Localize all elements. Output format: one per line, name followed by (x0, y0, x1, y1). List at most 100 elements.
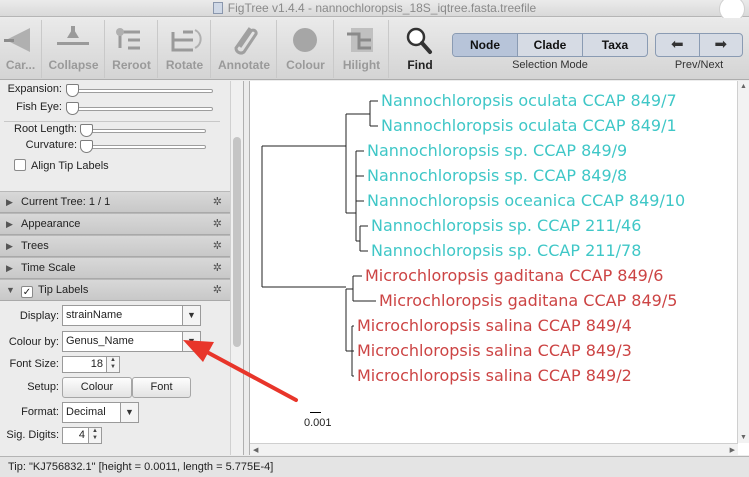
root-length-slider-row: Root Length: (0, 123, 230, 139)
chevron-down-icon[interactable]: ▼ (182, 306, 200, 325)
tree-branches (261, 100, 378, 377)
tip-label[interactable]: Nannochloropsis sp. CCAP 211/46 (371, 217, 641, 235)
setup-font-button[interactable]: Font (132, 377, 191, 398)
divider (4, 121, 220, 122)
expansion-label: Expansion: (7, 83, 62, 95)
sig-digits-spinner[interactable]: 4 ▲ ▼ (62, 427, 102, 444)
colour-button[interactable]: Colour (278, 20, 334, 78)
curvature-thumb[interactable] (80, 140, 93, 153)
align-tip-labels-row[interactable]: Align Tip Labels (14, 159, 109, 172)
font-size-label: Font Size: (9, 358, 59, 370)
section-current-tree[interactable]: ▶ Current Tree: 1 / 1 ✲ (0, 191, 230, 213)
reroot-icon (116, 28, 140, 50)
font-size-spinner[interactable]: 18 ▲ ▼ (62, 356, 120, 373)
find-button[interactable]: Find (395, 20, 445, 78)
reroot-button[interactable]: Reroot (106, 20, 158, 78)
expansion-track[interactable] (66, 89, 213, 93)
fish-eye-slider-row: Fish Eye: (0, 101, 230, 117)
hilight-icon (347, 28, 373, 52)
tree-view[interactable]: Nannochloropsis oculata CCAP 849/7 Nannoc… (249, 81, 749, 455)
colour-by-label: Colour by: (8, 336, 59, 348)
tip-label[interactable]: Microchloropsis salina CCAP 849/4 (357, 317, 632, 335)
collapsed-triangle-icon: ▶ (6, 241, 13, 251)
setup-label: Setup: (27, 381, 59, 393)
section-trees[interactable]: ▶ Trees ✲ (0, 235, 230, 257)
fish-eye-thumb[interactable] (66, 102, 79, 115)
next-button[interactable]: ➡ (700, 34, 743, 56)
selection-mode-taxa[interactable]: Taxa (583, 34, 647, 56)
tip-label[interactable]: Nannochloropsis sp. CCAP 849/9 (367, 142, 627, 160)
control-panel-scrollbar[interactable] (230, 81, 243, 455)
tip-label[interactable]: Nannochloropsis sp. CCAP 211/78 (371, 242, 641, 260)
cartoon-icon (4, 28, 30, 52)
stepper-arrows-icon[interactable]: ▲ ▼ (106, 357, 119, 372)
pin-icon[interactable]: ✲ (213, 214, 222, 234)
prev-next-control: ⬅ ➡ (655, 33, 743, 57)
section-appearance[interactable]: ▶ Appearance ✲ (0, 213, 230, 235)
tip-label[interactable]: Microchloropsis gaditana CCAP 849/5 (379, 292, 677, 310)
curvature-slider-row: Curvature: (0, 139, 230, 155)
setup-colour-button[interactable]: Colour (62, 377, 132, 398)
tip-label[interactable]: Microchloropsis salina CCAP 849/2 (357, 367, 632, 385)
annotate-button[interactable]: Annotate (212, 20, 277, 78)
hilight-button[interactable]: Hilight (335, 20, 389, 78)
collapse-button[interactable]: Collapse (43, 20, 105, 78)
chevron-down-icon[interactable]: ▼ (182, 332, 200, 351)
colour-by-select[interactable]: Genus_Name ▼ (62, 331, 201, 352)
fish-eye-label: Fish Eye: (16, 101, 62, 113)
display-select[interactable]: strainName ▼ (62, 305, 201, 326)
magnifier-icon (406, 27, 432, 54)
scroll-right-icon[interactable]: ▶ (730, 446, 735, 454)
colour-icon (293, 28, 317, 52)
tree-vertical-scrollbar[interactable]: ▲ ▼ (737, 81, 749, 443)
selection-mode-caption: Selection Mode (512, 59, 588, 71)
curvature-label: Curvature: (25, 139, 77, 151)
tree-horizontal-scrollbar[interactable]: ◀ ▶ (250, 443, 738, 455)
section-time-scale[interactable]: ▶ Time Scale ✲ (0, 257, 230, 279)
window-title: FigTree v1.4.4 - nannochloropsis_18S_iqt… (227, 1, 537, 15)
pin-icon[interactable]: ✲ (213, 236, 222, 256)
pin-icon[interactable]: ✲ (213, 280, 222, 300)
fish-eye-track[interactable] (66, 107, 213, 111)
section-tip-labels[interactable]: ▼ ✓ Tip Labels ✲ (0, 279, 230, 301)
chevron-down-icon[interactable]: ▼ (120, 403, 138, 422)
expansion-slider-row: Expansion: (0, 83, 230, 99)
arrow-left-icon: ⬅ (670, 36, 684, 53)
expansion-thumb[interactable] (66, 84, 79, 97)
root-length-track[interactable] (80, 129, 206, 133)
prev-button[interactable]: ⬅ (656, 34, 700, 56)
tip-label[interactable]: Nannochloropsis oculata CCAP 849/1 (381, 117, 677, 135)
status-text: Tip: "KJ756832.1" [height = 0.0011, leng… (8, 461, 274, 473)
sig-digits-label: Sig. Digits: (6, 429, 59, 441)
root-length-thumb[interactable] (80, 124, 93, 137)
selection-mode-node[interactable]: Node (453, 34, 518, 56)
selection-mode-clade[interactable]: Clade (518, 34, 583, 56)
cartoon-button[interactable]: Car... (0, 20, 42, 78)
tip-label[interactable]: Microchloropsis gaditana CCAP 849/6 (365, 267, 663, 285)
stepper-arrows-icon[interactable]: ▲ ▼ (88, 428, 101, 443)
collapsed-triangle-icon: ▶ (6, 219, 13, 229)
curvature-track[interactable] (80, 145, 206, 149)
format-select[interactable]: Decimal ▼ (62, 402, 139, 423)
scroll-up-icon[interactable]: ▲ (740, 83, 747, 90)
scrollbar-thumb[interactable] (233, 137, 241, 347)
rotate-button[interactable]: Rotate (159, 20, 211, 78)
tip-label[interactable]: Nannochloropsis oceanica CCAP 849/10 (367, 192, 685, 210)
tip-labels-checkbox[interactable]: ✓ (21, 286, 33, 298)
collapsed-triangle-icon: ▶ (6, 263, 13, 273)
expanded-triangle-icon: ▼ (6, 285, 15, 295)
pin-icon[interactable]: ✲ (213, 258, 222, 278)
window-title-bar: FigTree v1.4.4 - nannochloropsis_18S_iqt… (0, 0, 749, 22)
rotate-icon (171, 29, 202, 52)
display-label: Display: (19, 310, 59, 322)
arrow-right-icon: ➡ (714, 36, 728, 53)
scroll-down-icon[interactable]: ▼ (740, 434, 747, 441)
format-label: Format: (21, 406, 59, 418)
tip-label[interactable]: Nannochloropsis sp. CCAP 849/8 (367, 167, 627, 185)
tip-label[interactable]: Microchloropsis salina CCAP 849/3 (357, 342, 632, 360)
selection-mode-control: Node Clade Taxa (452, 33, 648, 57)
pin-icon[interactable]: ✲ (213, 192, 222, 212)
scroll-left-icon[interactable]: ◀ (253, 446, 258, 454)
tip-label[interactable]: Nannochloropsis oculata CCAP 849/7 (381, 92, 677, 110)
align-tip-labels-checkbox[interactable] (14, 159, 26, 171)
